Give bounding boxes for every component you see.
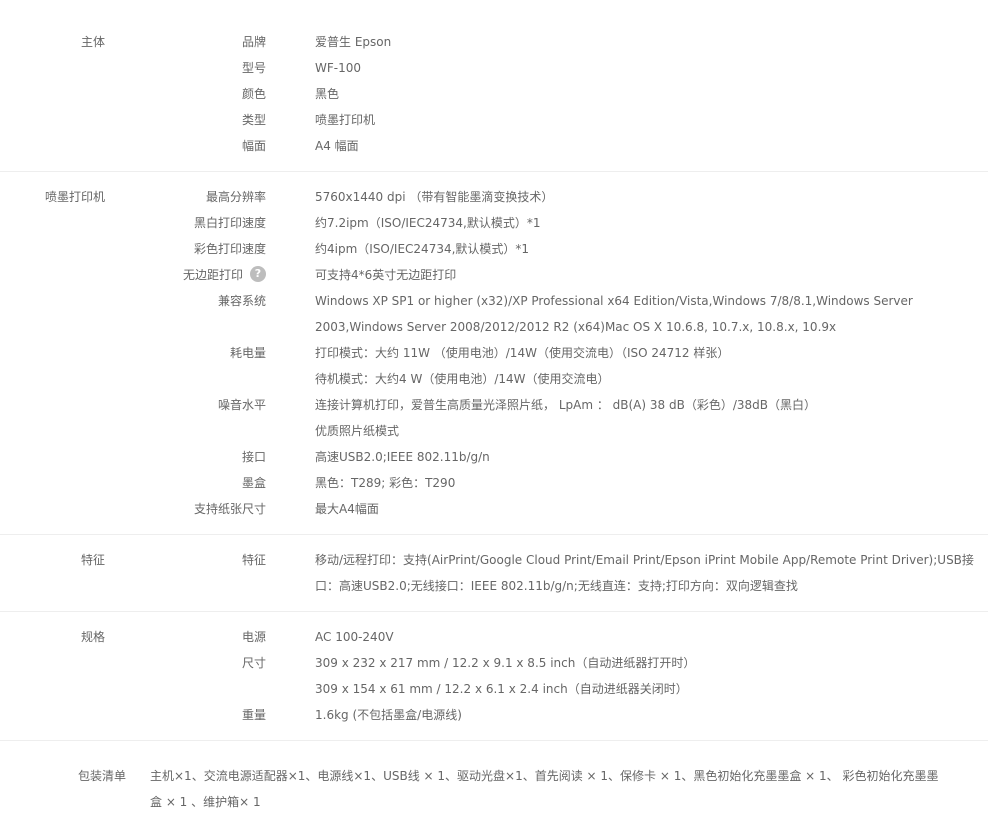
spec-row: 电源 AC 100-240V	[0, 624, 988, 650]
spec-label: 墨盒	[241, 476, 266, 490]
spec-value: 爱普生 Epson	[315, 35, 392, 49]
spec-label: 最高分辨率	[205, 190, 266, 204]
spec-section-features: 特征 特征 移动/远程打印：支持(AirPrint/Google Cloud P…	[0, 535, 988, 612]
spec-row: 优质照片纸模式	[0, 418, 988, 444]
spec-row: 墨盒 黑色：T289; 彩色：T290	[0, 470, 988, 496]
section-title: 包装清单	[77, 769, 126, 783]
spec-row: 兼容系统 Windows XP SP1 or higher (x32)/XP P…	[0, 288, 988, 340]
spec-row: 幅面 A4 幅面	[0, 133, 988, 159]
spec-row: 最高分辨率 5760x1440 dpi （带有智能墨滴变换技术）	[0, 184, 988, 210]
spec-section-specs: 规格 电源 AC 100-240V 尺寸 309 x 232 x 217 mm …	[0, 612, 988, 741]
spec-row: 耗电量 打印模式：大约 11W （使用电池）/14W（使用交流电）（ISO 24…	[0, 340, 988, 366]
spec-row: 重量 1.6kg (不包括墨盒/电源线)	[0, 702, 988, 728]
spec-row: 309 x 154 x 61 mm / 12.2 x 6.1 x 2.4 inc…	[0, 676, 988, 702]
spec-section-inkjet: 喷墨打印机 最高分辨率 5760x1440 dpi （带有智能墨滴变换技术） 黑…	[0, 172, 988, 535]
spec-row: 无边距打印? 可支持4*6英寸无边距打印	[0, 262, 988, 288]
spec-label: 颜色	[241, 87, 266, 101]
spec-label: 重量	[241, 708, 266, 722]
spec-label: 兼容系统	[217, 294, 266, 308]
spec-label-with-help: 无边距打印?	[150, 262, 266, 288]
question-icon[interactable]: ?	[250, 266, 266, 282]
spec-label: 耗电量	[229, 346, 266, 360]
spec-row: 接口 高速USB2.0;IEEE 802.11b/g/n	[0, 444, 988, 470]
spec-value: A4 幅面	[315, 139, 359, 153]
spec-row: 品牌 爱普生 Epson	[0, 29, 988, 55]
spec-value: 约4ipm（ISO/IEC24734,默认模式）*1	[315, 242, 530, 256]
spec-row: 彩色打印速度 约4ipm（ISO/IEC24734,默认模式）*1	[0, 236, 988, 262]
spec-label: 接口	[241, 450, 266, 464]
spec-row: 噪音水平 连接计算机打印，爱普生高质量光泽照片纸， LpAm ： dB(A) 3…	[0, 392, 988, 418]
package-list-value: 主机×1、交流电源适配器×1、电源线×1、USB线 × 1、驱动光盘×1、首先阅…	[150, 769, 939, 809]
spec-label: 幅面	[241, 139, 266, 153]
spec-row: 黑白打印速度 约7.2ipm（ISO/IEC24734,默认模式）*1	[0, 210, 988, 236]
spec-value: 1.6kg (不包括墨盒/电源线)	[315, 708, 462, 722]
spec-label: 型号	[241, 61, 266, 75]
spec-value: Windows XP SP1 or higher (x32)/XP Profes…	[315, 294, 913, 334]
spec-row: 尺寸 309 x 232 x 217 mm / 12.2 x 9.1 x 8.5…	[0, 650, 988, 676]
spec-label: 支持纸张尺寸	[193, 502, 266, 516]
spec-label: 电源	[241, 630, 266, 644]
spec-value: 可支持4*6英寸无边距打印	[315, 268, 457, 282]
spec-row: 型号 WF-100	[0, 55, 988, 81]
spec-value: 喷墨打印机	[315, 113, 376, 127]
spec-label: 品牌	[241, 35, 266, 49]
spec-label: 噪音水平	[217, 398, 266, 412]
spec-row: 待机模式：大约4 W（使用电池）/14W（使用交流电）	[0, 366, 988, 392]
spec-value: 309 x 154 x 61 mm / 12.2 x 6.1 x 2.4 inc…	[315, 682, 688, 696]
spec-row: 支持纸张尺寸 最大A4幅面	[0, 496, 988, 522]
spec-label: 彩色打印速度	[193, 242, 266, 256]
spec-label: 类型	[241, 113, 266, 127]
spec-value: 最大A4幅面	[315, 502, 379, 516]
spec-label: 尺寸	[241, 656, 266, 670]
spec-row: 类型 喷墨打印机	[0, 107, 988, 133]
spec-value: 打印模式：大约 11W （使用电池）/14W（使用交流电）（ISO 24712 …	[315, 346, 730, 360]
spec-label: 黑白打印速度	[193, 216, 266, 230]
spec-label-text: 无边距打印	[182, 268, 243, 282]
spec-value: AC 100-240V	[315, 630, 394, 644]
spec-row: 颜色 黑色	[0, 81, 988, 107]
package-list-section: 包装清单 主机×1、交流电源适配器×1、电源线×1、USB线 × 1、驱动光盘×…	[0, 741, 988, 815]
spec-value: 309 x 232 x 217 mm / 12.2 x 9.1 x 8.5 in…	[315, 656, 696, 670]
spec-label: 特征	[241, 553, 266, 567]
spec-value: 黑色：T289; 彩色：T290	[315, 476, 456, 490]
spec-value: 待机模式：大约4 W（使用电池）/14W（使用交流电）	[315, 372, 610, 386]
spec-value: 约7.2ipm（ISO/IEC24734,默认模式）*1	[315, 216, 541, 230]
spec-value: 移动/远程打印：支持(AirPrint/Google Cloud Print/E…	[315, 553, 974, 593]
spec-value: 连接计算机打印，爱普生高质量光泽照片纸， LpAm ： dB(A) 38 dB（…	[315, 398, 816, 412]
spec-value: 黑色	[315, 87, 340, 101]
spec-value: 优质照片纸模式	[315, 424, 400, 438]
spec-row: 特征 移动/远程打印：支持(AirPrint/Google Cloud Prin…	[0, 547, 988, 599]
spec-value: WF-100	[315, 61, 362, 75]
spec-value: 5760x1440 dpi （带有智能墨滴变换技术）	[315, 190, 554, 204]
spec-section-main: 主体 品牌 爱普生 Epson 型号 WF-100 颜色 黑色 类型 喷墨打印机…	[0, 0, 988, 172]
spec-value: 高速USB2.0;IEEE 802.11b/g/n	[315, 450, 490, 464]
